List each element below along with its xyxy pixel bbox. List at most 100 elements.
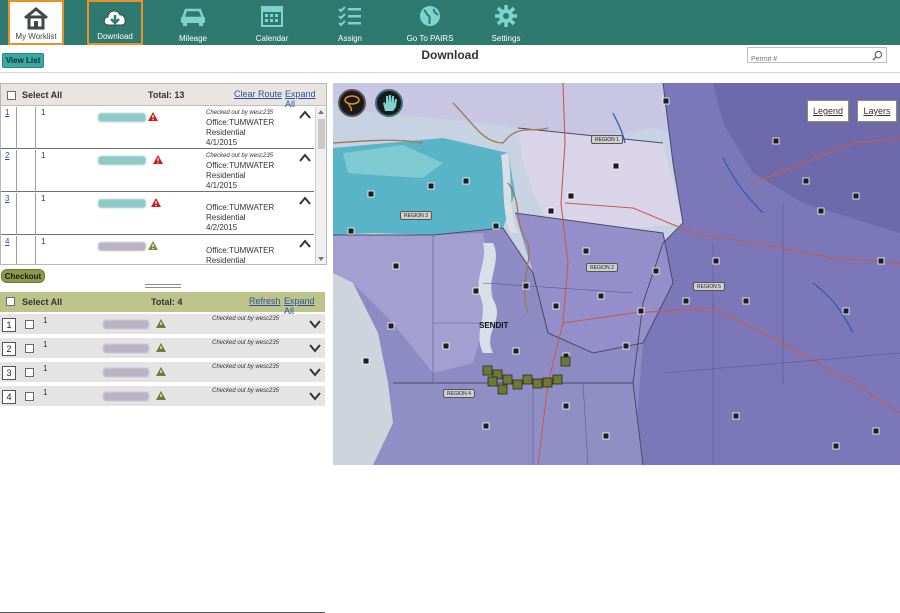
legend-button[interactable]: Legend — [807, 100, 849, 122]
row-number-link[interactable]: 3 — [5, 194, 9, 203]
refresh-link[interactable]: Refresh — [249, 296, 281, 306]
nav-label: Calendar — [255, 34, 289, 43]
chevron-up-icon[interactable] — [299, 196, 311, 205]
total-count: Total: 4 — [151, 297, 183, 307]
clear-route-link[interactable]: Clear Route — [234, 89, 282, 99]
nav-label: My Worklist — [15, 32, 57, 41]
checked-out-header: Select All Total: 4 Refresh Expand All — [0, 292, 325, 316]
select-all-checkbox[interactable] — [6, 297, 15, 306]
permit-number-redacted — [98, 199, 146, 208]
select-all-label: Select All — [22, 90, 63, 100]
search-icon[interactable] — [872, 50, 883, 61]
lasso-icon — [344, 95, 360, 112]
warning-icon — [148, 112, 158, 121]
nav-mileage[interactable]: Mileage — [165, 0, 221, 45]
checked-out-by: Checked out by wesc235 — [212, 364, 280, 370]
chevron-up-icon[interactable] — [299, 110, 311, 119]
chevron-down-icon[interactable] — [309, 320, 321, 329]
permit-info: Checked out by wesc235 Office:TUMWATER R… — [206, 151, 274, 191]
car-icon — [181, 8, 205, 26]
map-view[interactable]: Legend Layers REGION 1 REGION 2 REGION 3… — [333, 83, 900, 465]
permit-date: 4/1/2015 — [206, 181, 238, 190]
warning-icon — [156, 343, 166, 352]
nav-go-to-pairs[interactable]: Go To PAIRS — [400, 0, 460, 45]
nav-label: Assign — [337, 34, 362, 43]
table-row[interactable]: 4 1 Checked out by wesc235 — [0, 386, 325, 408]
cloud-download-icon — [103, 10, 126, 26]
row-checkbox[interactable] — [25, 344, 34, 353]
table-row[interactable]: 1 1 Checked out by wesc235 Office:TUMWAT… — [1, 107, 314, 149]
checked-out-by: Checked out by wesc235 — [212, 316, 280, 322]
table-row[interactable]: 3 1 Checked out by wesc235 — [0, 362, 325, 384]
row-number-link[interactable]: 4 — [5, 237, 9, 246]
row-number: 3 — [2, 366, 16, 380]
permit-date: 4/2/2015 — [206, 223, 238, 232]
pan-tool[interactable] — [375, 89, 403, 117]
checked-out-by: Checked out by wesc235 — [212, 388, 280, 394]
checked-out-by: Checked out by wesc235 — [206, 110, 274, 116]
worklist-scrollbar[interactable] — [315, 107, 326, 264]
office: Office:TUMWATER — [206, 118, 275, 127]
permit-number-redacted — [103, 368, 149, 377]
row-quantity: 1 — [43, 364, 48, 373]
region-4-label: REGION 4 — [443, 389, 475, 398]
chevron-up-icon[interactable] — [299, 153, 311, 162]
table-row[interactable]: 3 1 Office:TUMWATER Residential 4/2/2015 — [1, 193, 314, 235]
warning-icon — [148, 241, 158, 250]
office: Office:TUMWATER — [206, 246, 275, 255]
permit-number-redacted — [103, 320, 149, 329]
row-quantity: 1 — [41, 108, 46, 117]
row-checkbox[interactable] — [25, 368, 34, 377]
scrollbar-thumb[interactable] — [318, 119, 325, 149]
nav-calendar[interactable]: Calendar — [244, 0, 300, 45]
select-all-checkbox[interactable] — [7, 91, 16, 100]
gear-icon — [495, 5, 517, 27]
region-5-label: REGION 5 — [693, 282, 725, 291]
permit-info: Office:TUMWATER Residential — [206, 246, 274, 264]
page-header: View List Download — [0, 45, 900, 73]
worklist-panel: Select All Total: 13 Clear Route Expand … — [0, 83, 327, 265]
chevron-down-icon[interactable] — [309, 392, 321, 401]
nav-my-worklist[interactable]: My Worklist — [8, 0, 64, 45]
table-row[interactable]: 1 1 Checked out by wesc235 — [0, 314, 325, 336]
row-number-link[interactable]: 1 — [5, 108, 9, 117]
chevron-up-icon[interactable] — [299, 239, 311, 248]
permit-number-redacted — [103, 344, 149, 353]
calendar-icon — [261, 6, 283, 27]
permit-number-redacted — [98, 156, 146, 165]
table-row[interactable]: 2 1 Checked out by wesc235 Office:TUMWAT… — [1, 150, 314, 192]
region-1-label: REGION 1 — [591, 135, 623, 144]
row-number-link[interactable]: 2 — [5, 151, 9, 160]
permit-type: Residential — [206, 213, 246, 222]
permit-number-redacted — [103, 392, 149, 401]
chevron-down-icon[interactable] — [309, 344, 321, 353]
draw-route-tool[interactable] — [338, 89, 366, 117]
warning-icon — [156, 319, 166, 328]
expand-all-link[interactable]: Expand All — [285, 89, 326, 109]
row-quantity: 1 — [41, 194, 46, 203]
permit-search — [747, 47, 887, 67]
layers-button[interactable]: Layers — [857, 100, 897, 122]
table-row[interactable]: 2 1 Checked out by wesc235 — [0, 338, 325, 360]
nav-settings[interactable]: Settings — [478, 0, 534, 45]
warning-icon — [156, 367, 166, 376]
total-count: Total: 13 — [148, 90, 185, 100]
table-row[interactable]: 4 1 Office:TUMWATER Residential — [1, 236, 314, 264]
row-quantity: 1 — [41, 151, 46, 160]
nav-download[interactable]: Download — [87, 0, 143, 45]
permit-info: Checked out by wesc235 Office:TUMWATER R… — [206, 108, 274, 148]
warning-icon — [156, 391, 166, 400]
chevron-down-icon[interactable] — [309, 368, 321, 377]
checkout-button[interactable]: Checkout — [1, 269, 45, 283]
expand-all-link[interactable]: Expand All — [284, 296, 325, 316]
nav-assign[interactable]: Assign — [322, 0, 378, 45]
row-quantity: 1 — [43, 388, 48, 397]
panel-resize-handle[interactable] — [145, 284, 181, 288]
worklist-rows: 1 1 Checked out by wesc235 Office:TUMWAT… — [1, 107, 314, 264]
row-checkbox[interactable] — [25, 392, 34, 401]
region-3-label: REGION 3 — [400, 211, 432, 220]
checked-out-by: Checked out by wesc235 — [206, 153, 274, 159]
row-checkbox[interactable] — [25, 320, 34, 329]
permit-search-input[interactable] — [748, 52, 863, 67]
sendit-label: SENDIT — [479, 321, 509, 330]
